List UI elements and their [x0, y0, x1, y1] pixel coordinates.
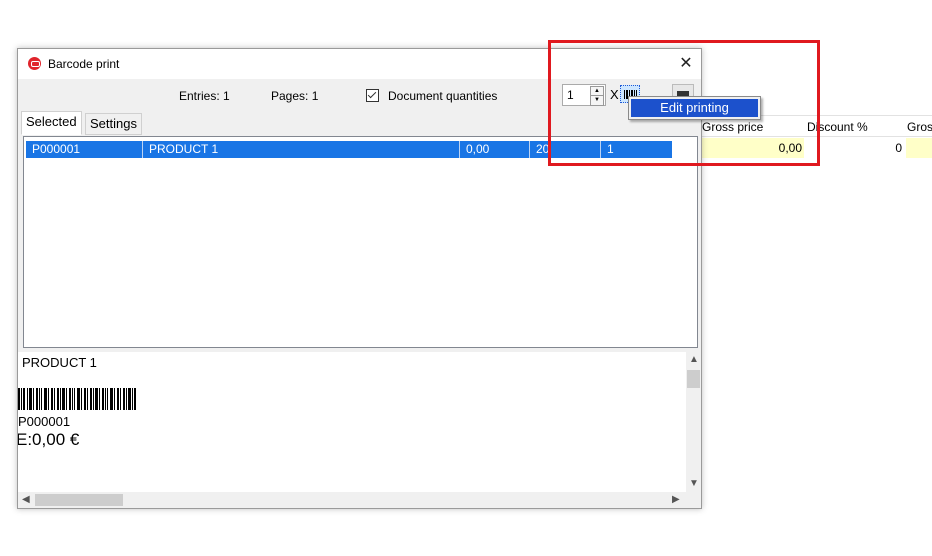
dialog-title: Barcode print: [48, 57, 120, 71]
label-preview: PRODUCT 1 P000001 E:0,00 €: [18, 352, 686, 492]
scroll-left-icon[interactable]: ◀: [22, 494, 30, 505]
entries-count: Entries: 1: [179, 89, 230, 103]
preview-price: E:0,00 €: [18, 430, 80, 449]
scroll-thumb[interactable]: [687, 370, 700, 388]
tab-selected[interactable]: Selected: [21, 111, 82, 135]
selected-items-list[interactable]: P000001 PRODUCT 1 0,00 20 1: [23, 136, 698, 348]
highlight-annotation: [548, 40, 820, 166]
preview-title: PRODUCT 1: [22, 355, 97, 370]
preview-code: P000001: [18, 414, 71, 429]
scroll-thumb[interactable]: [35, 494, 123, 506]
tab-label: Selected: [26, 114, 77, 129]
grid-cell-gross[interactable]: [906, 138, 932, 158]
cell-name: PRODUCT 1: [143, 141, 460, 158]
barcode-image: [18, 388, 136, 410]
cell-value: 0: [895, 141, 902, 155]
scroll-right-icon[interactable]: ▶: [672, 494, 680, 505]
app-icon: [28, 57, 41, 70]
cell-price: 0,00: [460, 141, 530, 158]
pages-count: Pages: 1: [271, 89, 319, 103]
grid-cell-discount[interactable]: 0: [806, 138, 904, 158]
cell-code: P000001: [26, 141, 143, 158]
scroll-down-icon[interactable]: ▼: [689, 478, 699, 489]
scroll-up-icon[interactable]: ▲: [689, 354, 699, 365]
tab-label: Settings: [90, 116, 137, 131]
horizontal-scrollbar[interactable]: ◀ ▶: [18, 492, 686, 508]
document-quantities-checkbox[interactable]: [366, 89, 379, 102]
vertical-scrollbar[interactable]: ▲ ▼: [686, 352, 701, 492]
tab-settings[interactable]: Settings: [85, 113, 142, 135]
grid-header-gross[interactable]: Gros: [903, 115, 932, 137]
document-quantities-label: Document quantities: [388, 89, 498, 103]
grid-header-label: Gros: [907, 120, 932, 134]
